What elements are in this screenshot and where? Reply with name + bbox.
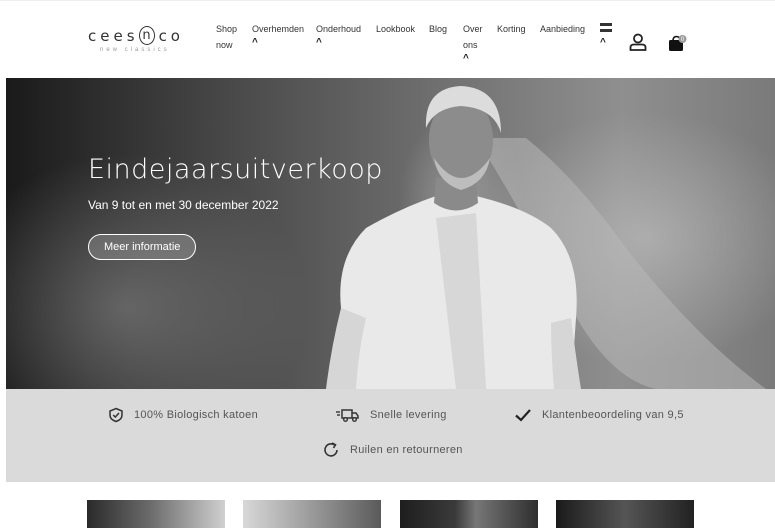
chevron-up-icon[interactable]: ^ — [463, 54, 483, 64]
checkmark-icon — [515, 409, 531, 422]
logo-circle-letter: n — [138, 26, 155, 45]
delivery-truck-icon — [336, 409, 359, 422]
product-grid — [0, 500, 775, 528]
return-arrow-icon — [324, 442, 338, 457]
logo-wordmark: cees n co — [88, 26, 184, 45]
user-icon[interactable] — [629, 33, 647, 51]
product-card-image[interactable] — [87, 500, 225, 528]
nav-item-overhemden[interactable]: Overhemden ^ — [252, 21, 304, 48]
nav-label: Overhemden — [252, 24, 305, 34]
usp-label: Ruilen en retourneren — [350, 444, 463, 456]
logo-word-left: cees — [88, 26, 139, 45]
hero-title: Eindejaarsuitverkoop — [88, 154, 383, 185]
usp-item-returns: Ruilen en retourneren — [322, 441, 463, 459]
nav-item-onderhoud[interactable]: Onderhoud ^ — [316, 21, 361, 48]
nav-label: Shop — [216, 24, 238, 34]
shield-check-icon — [109, 407, 123, 423]
chevron-up-icon[interactable]: ^ — [316, 38, 361, 48]
nav-item-shop-now[interactable]: Shop now — [216, 21, 237, 53]
nav-item-korting[interactable]: Korting — [497, 21, 526, 37]
nav-label: Lookbook — [376, 24, 416, 34]
hero-subtitle: Van 9 tot en met 30 december 2022 — [88, 198, 279, 212]
menu-icon — [600, 23, 612, 26]
nav-label: ons — [463, 40, 478, 50]
nav-label: Korting — [497, 24, 526, 34]
nav-item-over-ons[interactable]: Over ons ^ — [463, 21, 483, 64]
nav-item-lookbook[interactable]: Lookbook — [376, 21, 415, 37]
menu-toggle[interactable]: ^ — [600, 23, 614, 48]
logo-word-right: co — [158, 26, 184, 45]
usp-band: 100% Biologisch katoen Snelle levering K… — [6, 389, 775, 482]
logo[interactable]: cees n co new classics — [88, 26, 184, 53]
logo-tagline: new classics — [100, 47, 170, 53]
chevron-up-icon[interactable]: ^ — [600, 38, 614, 48]
product-card-image[interactable] — [556, 500, 694, 528]
usp-label: Klantenbeoordeling van 9,5 — [542, 409, 684, 421]
usp-label: Snelle levering — [370, 409, 447, 421]
hero-banner: Eindejaarsuitverkoop Van 9 tot en met 30… — [6, 78, 775, 389]
nav-item-aanbieding[interactable]: Aanbieding — [540, 21, 585, 37]
menu-icon-bar — [600, 29, 612, 32]
nav-label: Blog — [429, 24, 448, 34]
cart-icon[interactable]: 0 — [667, 34, 687, 52]
nav-label: now — [216, 40, 233, 50]
usp-item-fast-delivery: Snelle levering — [336, 407, 447, 423]
usp-label: 100% Biologisch katoen — [134, 409, 259, 421]
product-card-image[interactable] — [400, 500, 538, 528]
nav-label: Over — [463, 24, 483, 34]
nav-item-blog[interactable]: Blog — [429, 21, 447, 37]
usp-item-customer-rating: Klantenbeoordeling van 9,5 — [514, 407, 684, 423]
site-header: cees n co new classics Shop now Overhemd… — [0, 0, 775, 78]
more-info-button[interactable]: Meer informatie — [88, 234, 197, 260]
chevron-up-icon[interactable]: ^ — [252, 38, 304, 48]
usp-item-organic-cotton: 100% Biologisch katoen — [108, 407, 258, 423]
product-card-image[interactable] — [243, 500, 381, 528]
nav-label: Onderhoud — [316, 24, 362, 34]
nav-label: Aanbieding — [540, 24, 586, 34]
